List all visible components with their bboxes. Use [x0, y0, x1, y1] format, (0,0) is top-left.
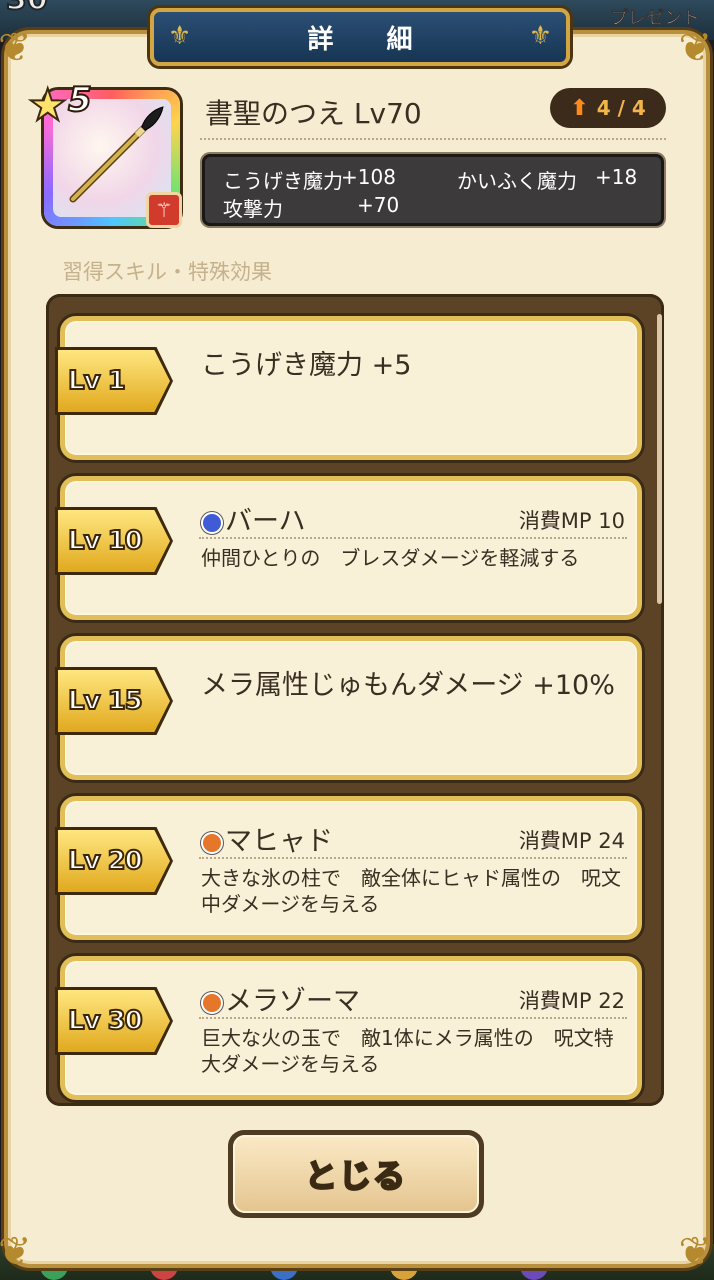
skill-title: マヒャド [201, 819, 333, 858]
skill-description: 大きな氷の柱で 敵全体にヒャド属性の 呪文中ダメージを与える [201, 866, 621, 916]
skill-title: メラゾーマ [201, 979, 360, 1018]
section-heading: 習得スキル・特殊効果 [62, 260, 272, 284]
scrollbar[interactable] [657, 314, 662, 604]
level-tag: Lv 15 [58, 670, 170, 732]
stat-value: +70 [357, 193, 400, 217]
rarity-star-icon: ★ [27, 79, 68, 132]
stat-label: かいふく魔力 [457, 169, 577, 193]
corner-ornament-icon: ❦ [0, 1229, 32, 1275]
corner-ornament-icon: ❦ [678, 1229, 712, 1275]
level-label: Lv 15 [67, 685, 144, 717]
upgrade-count: 4 / 4 [596, 96, 646, 120]
orange-spell-icon [201, 991, 223, 1014]
stat-value: +18 [595, 165, 638, 189]
corner-ornament-icon: ❦ [0, 25, 32, 71]
level-tag: Lv 20 [58, 830, 170, 892]
level-tag: Lv 1 [58, 350, 170, 412]
divider [200, 138, 666, 140]
level-tag: Lv 10 [58, 510, 170, 572]
mp-cost: 消費MP 22 [518, 989, 625, 1013]
orange-spell-icon [201, 831, 223, 854]
close-button[interactable]: とじる [228, 1130, 484, 1218]
level-label: Lv 10 [67, 525, 144, 557]
skill-name: マヒャド [225, 826, 333, 857]
close-button-face[interactable]: とじる [233, 1135, 479, 1213]
skill-name: メラゾーマ [225, 986, 360, 1017]
skill-title: バーハ [201, 499, 305, 538]
mp-cost: 消費MP 10 [518, 509, 625, 533]
skill-name: バーハ [225, 506, 306, 537]
skill-title: メラ属性じゅもんダメージ +10% [201, 670, 615, 701]
stat-label: こうげき魔力 [223, 169, 343, 193]
level-label: Lv 20 [67, 845, 144, 877]
fleur-de-lis-icon: ⚜ [528, 21, 552, 51]
corner-ornament-icon: ❦ [678, 25, 712, 71]
item-name: 書聖のつえ Lv70 [205, 97, 422, 130]
skill-title: こうげき魔力 +5 [201, 350, 412, 381]
skills-list[interactable]: こうげき魔力 +5 Lv 1 バーハ 消費MP 10 仲間ひとりの ブレスダメー… [46, 294, 664, 1106]
skill-description: 巨大な火の玉で 敵1体にメラ属性の 呪文特大ダメージを与える [201, 1026, 614, 1076]
stat-value: +108 [341, 165, 396, 189]
up-arrow-icon: ⬆ [570, 95, 589, 121]
skill-description: 仲間ひとりの ブレスダメージを軽減する [201, 546, 580, 570]
close-button-label: とじる [304, 1156, 407, 1197]
level-tag: Lv 30 [58, 990, 170, 1052]
level-label: Lv 30 [67, 1005, 144, 1037]
divider [199, 1017, 627, 1019]
blue-spell-icon [201, 511, 223, 534]
dialog-title: 詳 細 [307, 24, 435, 55]
wand-icon: ⚚ [146, 192, 182, 228]
player-level-badge: 30 [5, 0, 49, 18]
divider [199, 537, 627, 539]
dialog-title-banner: ⚜ 詳 細 ⚜ [150, 8, 570, 66]
divider [199, 857, 627, 859]
mp-cost: 消費MP 24 [518, 829, 625, 853]
stat-label: 攻撃力 [223, 197, 283, 221]
rarity-value: 5 [67, 79, 93, 121]
stats-panel: こうげき魔力 +108 かいふく魔力 +18 攻撃力 +70 [202, 154, 664, 226]
fleur-de-lis-icon: ⚜ [168, 21, 192, 51]
upgrade-badge: ⬆ 4 / 4 [550, 88, 666, 128]
level-label: Lv 1 [67, 365, 127, 397]
